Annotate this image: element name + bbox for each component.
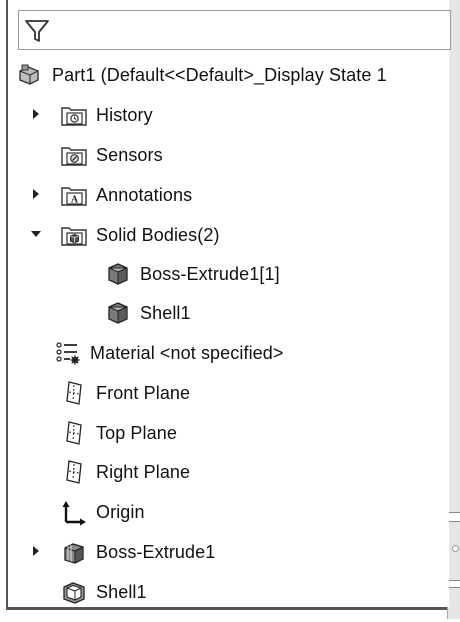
plane-icon [66,421,82,445]
solid-bodies-expander[interactable] [30,228,42,240]
annotations-folder-icon: A [61,187,87,206]
history-folder-icon [61,107,87,126]
tree-item-label: Origin [96,501,145,522]
filter-field[interactable] [18,10,451,50]
tree-root-label: Part1 (Default<<Default>_Display State 1 [52,64,387,85]
splitter-dot[interactable] [452,545,459,552]
shell-feature-icon [63,582,85,604]
tree-item-body-boss-extrude[interactable]: Boss-Extrude1[1] [104,256,280,292]
tree-item-label: Right Plane [96,461,191,482]
feature-manager-tree-panel: Part1 (Default<<Default>_Display State 1… [6,0,451,610]
tree-item-annotations[interactable]: A Annotations [60,177,192,213]
boss-extrude-expander[interactable] [30,545,42,557]
plane-icon [66,381,82,405]
solid-body-icon [108,263,128,285]
material-icon [56,342,80,365]
tree-item-front-plane[interactable]: Front Plane [60,375,190,411]
plane-icon [66,460,82,484]
tree-item-label: Material <not specified> [90,342,284,363]
tree-item-label: Shell1 [96,581,147,602]
tree-item-body-shell[interactable]: Shell1 [104,295,191,331]
tree-item-solid-bodies[interactable]: Solid Bodies(2) [60,217,220,253]
tree-item-label: Sensors [96,144,163,165]
tree-item-shell-feature[interactable]: Shell1 [60,574,147,610]
tree-item-right-plane[interactable]: Right Plane [60,454,190,490]
svg-text:A: A [71,195,79,206]
filter-icon[interactable] [23,17,51,45]
panel-bottom-edge [6,607,447,622]
tree-item-label: Annotations [96,184,193,205]
origin-icon [62,501,86,526]
tree-item-label: History [96,104,153,125]
tree-item-label: Boss-Extrude1 [96,541,216,562]
tree-item-label: Shell1 [140,302,191,323]
part-icon [19,64,39,85]
tree-item-label: Front Plane [96,382,191,403]
tree-item-label: Top Plane [96,422,177,443]
annotations-expander[interactable] [30,188,42,200]
tree-item-sensors[interactable]: Sensors [60,137,163,173]
tree-item-history[interactable]: History [60,97,153,133]
solid-body-icon [108,302,128,324]
history-expander[interactable] [30,108,42,120]
tree-root-part[interactable]: Part1 (Default<<Default>_Display State 1 [16,57,387,93]
tree-item-top-plane[interactable]: Top Plane [60,415,177,451]
tree-item-label: Boss-Extrude1[1] [140,263,280,284]
extrude-feature-icon [64,543,84,564]
tree-item-label: Solid Bodies(2) [96,224,220,245]
tree-item-material[interactable]: Material <not specified> [54,335,284,371]
solid-bodies-folder-icon [61,227,87,246]
tree-item-boss-extrude-feature[interactable]: Boss-Extrude1 [60,534,215,570]
tree-item-origin[interactable]: Origin [60,494,145,530]
sensors-folder-icon [61,147,87,166]
